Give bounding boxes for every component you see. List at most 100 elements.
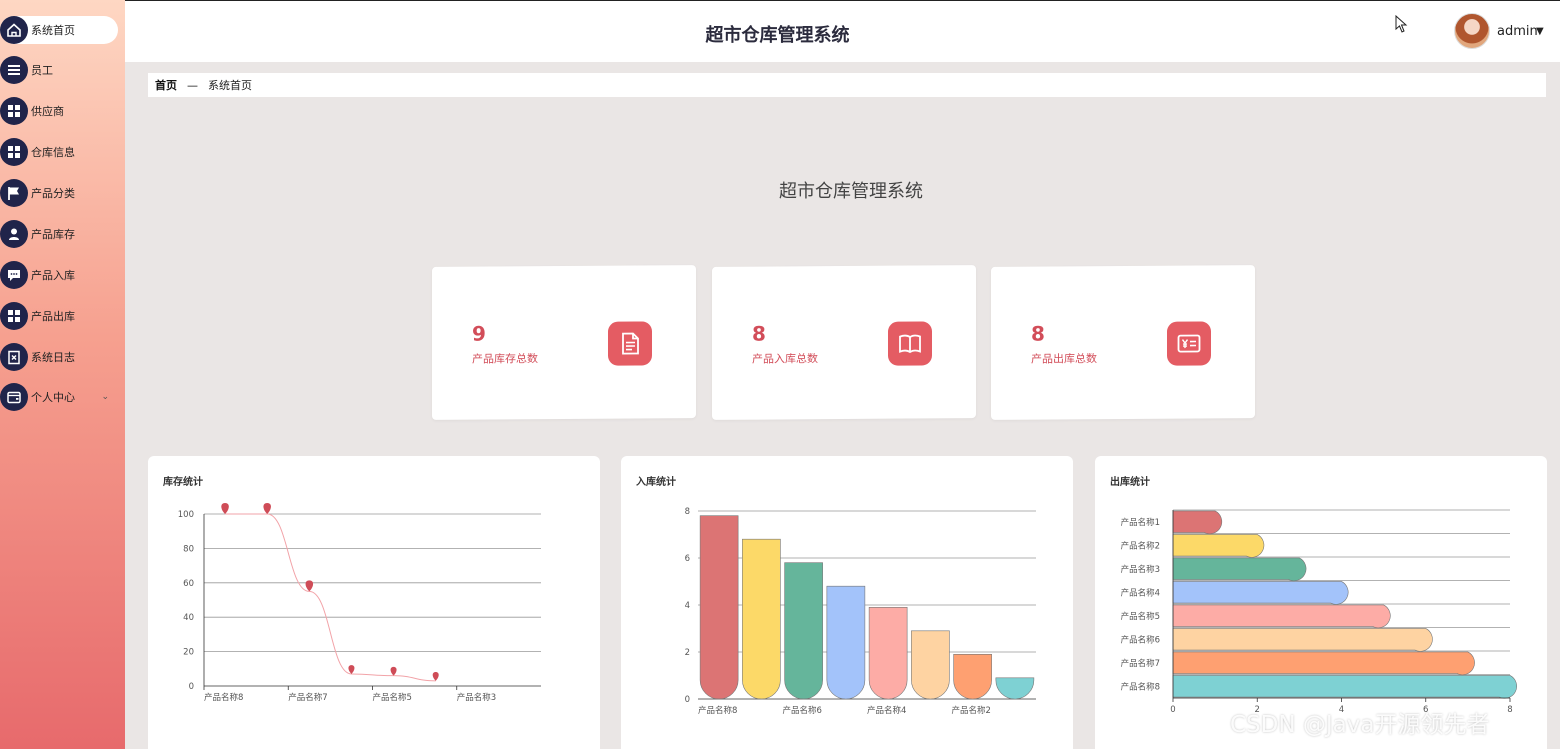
y-tick-label: 0 — [189, 682, 194, 692]
y-tick-label: 8 — [685, 507, 690, 517]
user-avatar[interactable] — [1454, 13, 1490, 49]
y-tick-label: 4 — [685, 601, 690, 611]
user-name[interactable]: admin — [1497, 24, 1538, 39]
x-tick-label: 产品名称3 — [457, 692, 496, 703]
bar — [1172, 510, 1223, 535]
top-bar: 超市仓库管理系统 admin ▼ — [125, 0, 1560, 62]
sidebar-item-3[interactable]: 供应商 — [0, 96, 125, 126]
sidebar-item-4[interactable]: 仓库信息 — [0, 137, 125, 167]
data-point-marker — [390, 666, 397, 676]
stat-label: 产品入库总数 — [752, 352, 818, 366]
breadcrumb-current: 系统首页 — [208, 79, 252, 92]
dashboard-heading: 超市仓库管理系统 — [779, 181, 923, 202]
y-tick-label: 产品名称3 — [1121, 564, 1160, 575]
chart-card-inbound: 入库统计 0 2 4 6 8 产品名称8 产品名称6 产品名称4 产品名称2 — [621, 456, 1073, 749]
stat-card-inventory: 9 产品库存总数 — [432, 265, 696, 420]
user-icon — [0, 220, 28, 248]
line-series — [225, 513, 436, 682]
y-tick-label: 6 — [685, 554, 690, 564]
stat-value: 9 — [472, 321, 486, 346]
sidebar-item-5[interactable]: 产品分类 — [0, 178, 125, 208]
sidebar: 系统首页员工供应商仓库信息产品分类产品库存产品入库产品出库系统日志个人中心 ⌄ — [0, 0, 125, 749]
sidebar-item-2[interactable]: 员工 — [0, 55, 125, 85]
breadcrumb-home[interactable]: 首页 — [155, 77, 177, 93]
sidebar-item-7[interactable]: 产品入库 — [0, 260, 125, 290]
x-tick-label: 产品名称8 — [204, 692, 243, 703]
stat-label: 产品出库总数 — [1031, 352, 1097, 366]
grid-icon — [0, 302, 28, 330]
sidebar-item-8[interactable]: 产品出库 — [0, 301, 125, 331]
bar — [953, 654, 992, 700]
breadcrumb: 首页 — 系统首页 — [148, 73, 1546, 97]
y-tick-label: 产品名称4 — [1121, 587, 1160, 598]
bar — [995, 677, 1035, 700]
y-tick-label: 100 — [178, 510, 194, 520]
x-tick-label: 8 — [1507, 705, 1512, 715]
chevron-down-icon[interactable]: ⌄ — [101, 392, 109, 402]
stat-value: 8 — [752, 321, 766, 346]
stat-label: 产品库存总数 — [472, 352, 538, 366]
x-tick-label: 0 — [1170, 705, 1175, 715]
y-tick-label: 产品名称2 — [1121, 540, 1160, 551]
sidebar-item-9[interactable]: 系统日志 — [0, 342, 125, 372]
bar — [1172, 628, 1433, 652]
sidebar-item-label: 产品出库 — [31, 310, 75, 323]
y-tick-label: 产品名称6 — [1121, 634, 1160, 645]
y-tick-label: 产品名称7 — [1121, 658, 1160, 669]
x-tick-label: 产品名称8 — [698, 705, 737, 716]
bar — [699, 515, 739, 700]
inbound-bar-chart: 0 2 4 6 8 产品名称8 产品名称6 产品名称4 产品名称2 — [685, 507, 1036, 716]
x-tick-label: 产品名称4 — [867, 705, 906, 716]
y-tick-label: 0 — [685, 695, 690, 705]
stat-card-outbound: 8 产品出库总数 — [991, 265, 1255, 420]
sidebar-item-6[interactable]: 产品库存 — [0, 219, 125, 249]
bar — [1172, 675, 1517, 699]
x-tick-label: 产品名称7 — [288, 692, 327, 703]
y-tick-label: 2 — [685, 648, 690, 658]
bar — [742, 538, 781, 700]
y-tick-label: 产品名称5 — [1121, 611, 1160, 622]
book-icon — [888, 321, 932, 366]
sidebar-item-1[interactable]: 系统首页 — [0, 15, 125, 45]
x-tick-label: 产品名称6 — [783, 705, 822, 716]
y-tick-label: 40 — [183, 613, 194, 623]
bar — [868, 607, 908, 700]
y-tick-label: 产品名称8 — [1121, 681, 1160, 692]
sidebar-item-label: 系统首页 — [31, 24, 75, 37]
y-tick-label: 产品名称1 — [1121, 517, 1160, 528]
app-title: 超市仓库管理系统 — [705, 25, 850, 46]
sidebar-item-label: 供应商 — [31, 105, 64, 118]
sidebar-item-label: 系统日志 — [31, 351, 75, 364]
data-point-marker — [348, 665, 355, 674]
watermark: CSDN @Java开源领先者 — [1230, 712, 1490, 738]
stat-value: 8 — [1031, 321, 1045, 346]
bar — [1172, 557, 1307, 582]
y-tick-label: 60 — [183, 579, 194, 589]
yen-card-icon — [1167, 321, 1211, 366]
bar — [911, 630, 950, 700]
bar — [1172, 534, 1265, 558]
sidebar-item-label: 员工 — [31, 64, 53, 77]
y-tick-label: 80 — [183, 544, 194, 554]
sidebar-item-10[interactable]: 个人中心 ⌄ — [0, 382, 125, 412]
x-tick-label: 产品名称2 — [952, 705, 991, 716]
x-tick-label: 产品名称5 — [373, 692, 412, 703]
bar — [1172, 581, 1349, 605]
wallet-icon — [0, 383, 28, 411]
grid-icon — [0, 138, 28, 166]
document-icon — [608, 321, 652, 366]
sidebar-item-label: 产品分类 — [31, 187, 75, 200]
data-point-marker — [221, 503, 229, 514]
sidebar-item-label: 个人中心 — [31, 391, 75, 404]
clipboard-icon — [0, 343, 28, 371]
data-point-marker — [305, 580, 314, 592]
bar — [784, 562, 823, 700]
bar — [1172, 604, 1391, 629]
sidebar-item-label: 产品库存 — [31, 228, 75, 241]
data-point-marker — [263, 503, 271, 514]
mouse-cursor-icon — [1395, 15, 1408, 33]
user-menu-caret-icon[interactable]: ▼ — [1536, 26, 1544, 37]
stat-card-inbound: 8 产品入库总数 — [712, 265, 976, 420]
chat-icon — [0, 261, 28, 289]
data-point-marker — [432, 672, 439, 681]
